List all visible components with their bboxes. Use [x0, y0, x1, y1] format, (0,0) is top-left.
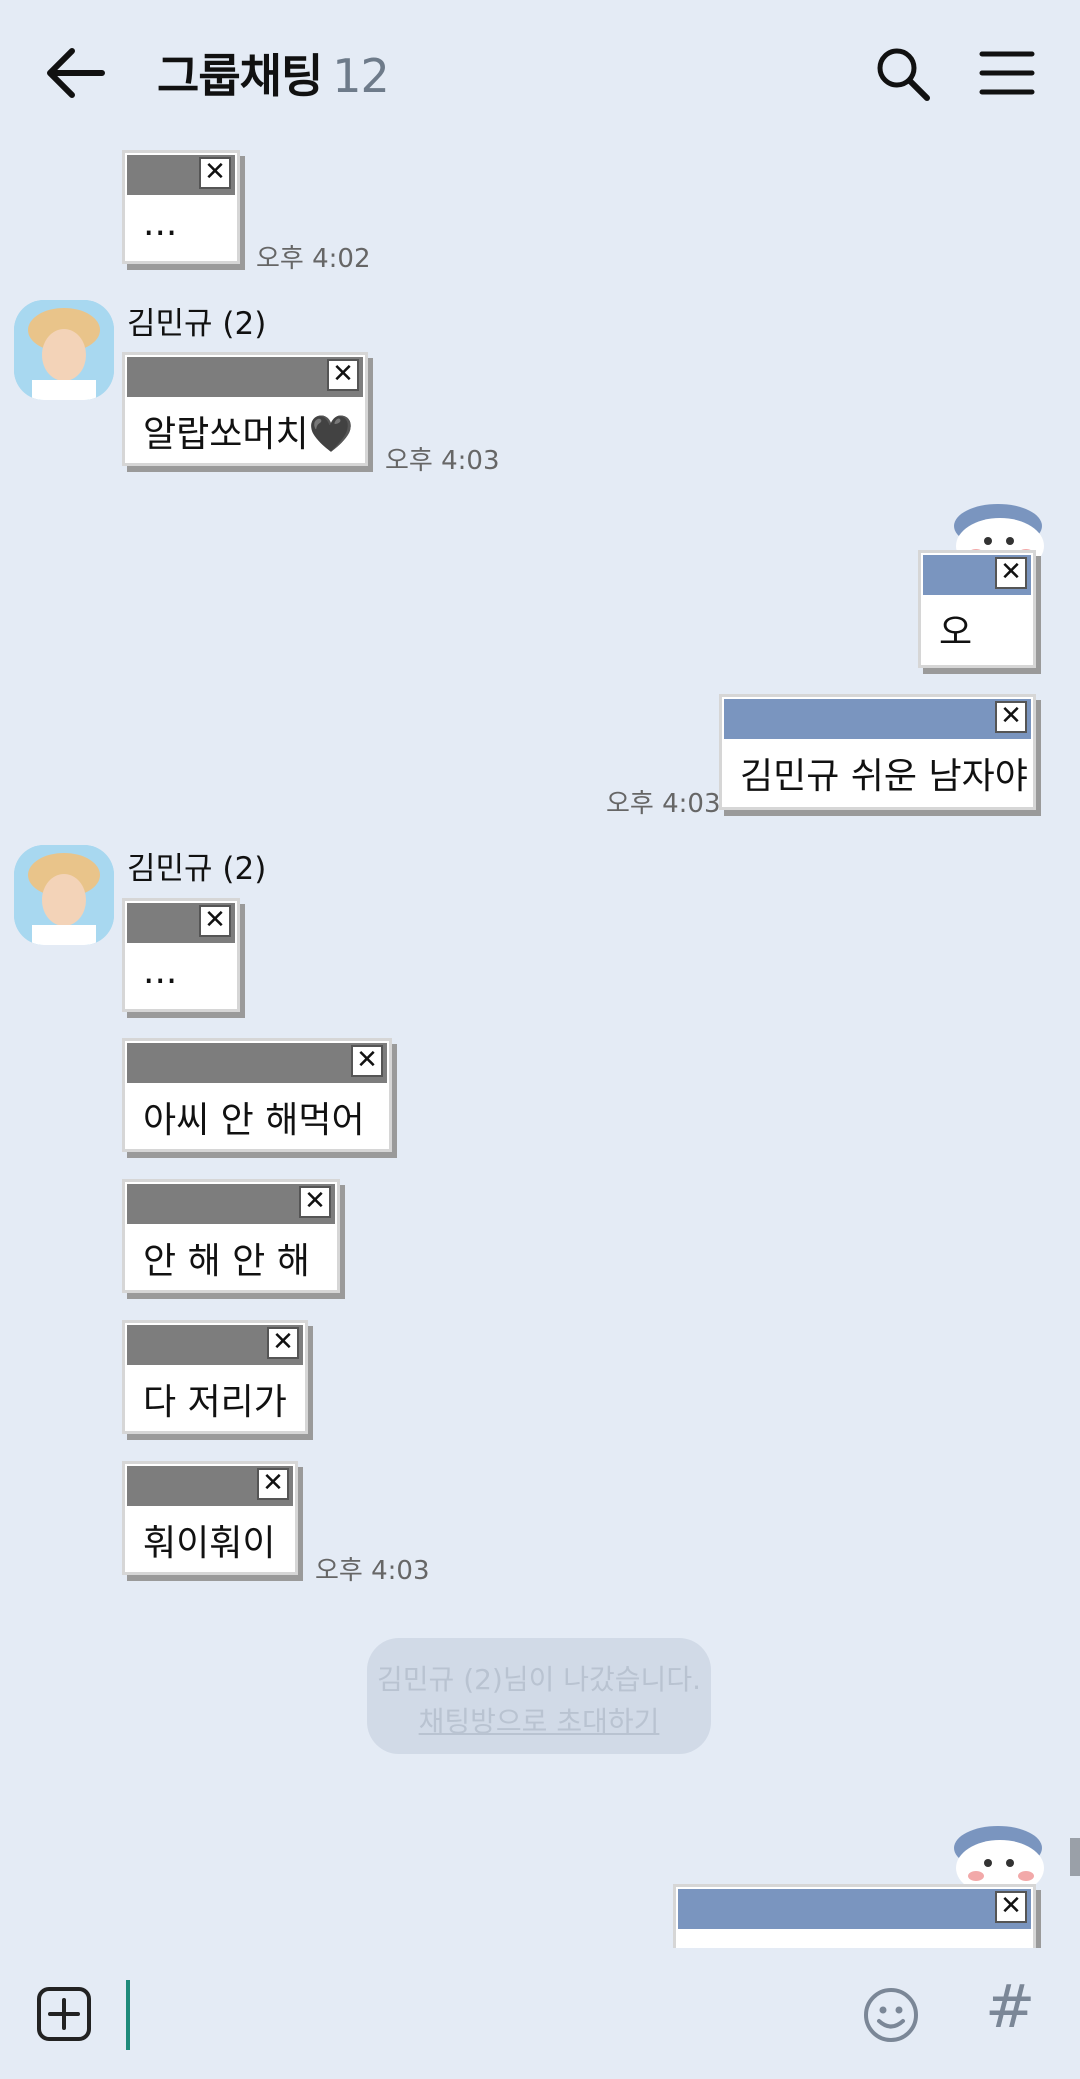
avatar-image [14, 845, 114, 945]
close-icon: ✕ [257, 1468, 289, 1500]
emoji-icon[interactable] [862, 1986, 920, 2044]
message-bubble[interactable]: ✕ 안 해 안 해 [122, 1179, 340, 1293]
close-icon: ✕ [995, 1891, 1027, 1923]
sender-name: 김민규 (2) [127, 306, 267, 342]
chat-room-name: 그룹채팅 [157, 49, 323, 103]
close-icon: ✕ [351, 1045, 383, 1077]
message-bubble[interactable]: ✕ ... [122, 898, 240, 1012]
message-text: 안 해 안 해 [143, 1241, 310, 1282]
message-input-bar: # [0, 1950, 1080, 2079]
close-icon: ✕ [995, 557, 1027, 589]
menu-icon[interactable] [978, 44, 1036, 102]
close-icon: ✕ [995, 701, 1027, 733]
avatar[interactable] [14, 300, 114, 400]
sender-name: 김민규 (2) [127, 851, 267, 887]
add-icon[interactable] [36, 1986, 92, 2042]
chat-title: 그룹채팅 12 [157, 40, 390, 106]
bubble-title-bar [127, 1043, 387, 1083]
message-bubble[interactable]: ✕ 훠이훠이 [122, 1461, 298, 1575]
message-text: 다 저리가 [143, 1382, 287, 1423]
avatar-image [14, 300, 114, 400]
message-time: 오후 4:03 [315, 1556, 430, 1586]
close-icon: ✕ [267, 1327, 299, 1359]
message-text: 알랍쏘머치🖤 [143, 414, 354, 455]
close-icon: ✕ [327, 359, 359, 391]
message-text: 아씨 안 해먹어 [143, 1100, 365, 1141]
close-icon: ✕ [199, 905, 231, 937]
back-arrow-icon[interactable] [40, 42, 110, 104]
message-text: ... [143, 203, 178, 244]
my-message-bubble[interactable]: ✕ 김민규 쉬운 남자야 [719, 694, 1036, 810]
bubble-title-bar [678, 1889, 1031, 1929]
invite-link[interactable]: 채팅방으로 초대하기 [367, 1700, 711, 1740]
message-bubble[interactable]: ✕ ... [122, 150, 240, 264]
message-text: 김민규 쉬운 남자야 [740, 756, 1028, 797]
message-text: 훠이훠이 [143, 1523, 276, 1564]
my-message-bubble[interactable]: ✕ [673, 1884, 1036, 1948]
close-icon: ✕ [199, 157, 231, 189]
hashtag-button[interactable]: # [985, 1972, 1035, 2042]
message-time: 오후 4:03 [606, 789, 721, 819]
message-bubble[interactable]: ✕ 아씨 안 해먹어 [122, 1038, 392, 1152]
message-bubble[interactable]: ✕ 다 저리가 [122, 1320, 308, 1434]
avatar[interactable] [14, 845, 114, 945]
member-count: 12 [332, 49, 390, 103]
bubble-title-bar [724, 699, 1031, 739]
message-time: 오후 4:02 [256, 244, 371, 274]
message-bubble[interactable]: ✕ 알랍쏘머치🖤 [122, 352, 368, 466]
search-icon[interactable] [873, 44, 931, 102]
system-notice: 김민규 (2)님이 나갔습니다. 채팅방으로 초대하기 [367, 1638, 711, 1754]
scrollbar-thumb[interactable] [1070, 1838, 1080, 1876]
message-text: ... [143, 951, 178, 992]
message-text: 오 [939, 612, 973, 653]
message-input-caret[interactable] [126, 1980, 130, 2050]
my-message-bubble[interactable]: ✕ 오 [918, 550, 1036, 668]
message-time: 오후 4:03 [385, 446, 500, 476]
close-icon: ✕ [299, 1186, 331, 1218]
chat-header: 그룹채팅 12 [0, 0, 1080, 148]
leave-notice-text: 김민규 (2)님이 나갔습니다. [377, 1663, 701, 1696]
message-list[interactable]: ✕ ... 오후 4:02 김민규 (2) ✕ 알랍쏘머치🖤 오후 4:03 ✕… [0, 148, 1080, 1948]
